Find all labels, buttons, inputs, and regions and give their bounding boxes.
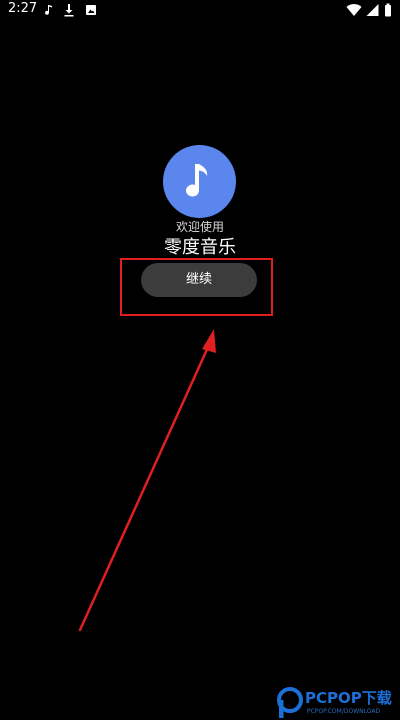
pcpop-logo-icon	[277, 687, 303, 718]
annotation-arrow	[78, 329, 216, 632]
watermark-text: PCPOP下载	[305, 689, 392, 707]
watermark-subtext: PCPOP.COM/DOWNLOAD	[307, 708, 381, 715]
watermark: PCPOP下载 PCPOP.COM/DOWNLOAD	[276, 686, 400, 720]
